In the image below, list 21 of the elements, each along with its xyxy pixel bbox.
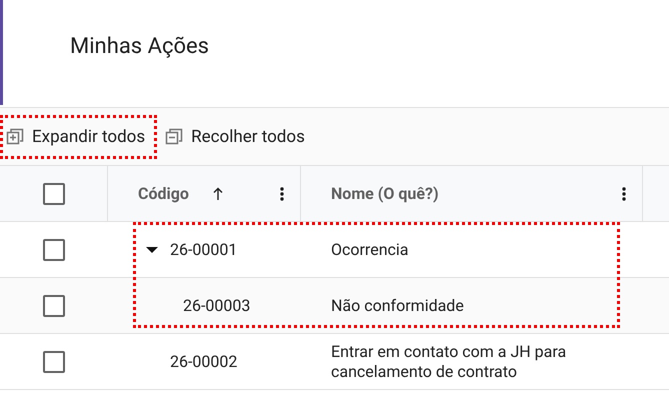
more-options-icon[interactable] bbox=[280, 186, 284, 200]
code-cell: 26-00001 bbox=[170, 240, 238, 260]
column-header[interactable]: Nome (O quê?) bbox=[301, 184, 439, 203]
checkbox[interactable] bbox=[43, 238, 65, 260]
expand-all-button[interactable]: Expandir todos bbox=[2, 116, 156, 156]
collapse-all-icon bbox=[165, 128, 184, 146]
name-cell: Ocorrencia bbox=[331, 240, 408, 260]
checkbox[interactable] bbox=[42, 182, 64, 204]
more-options-icon[interactable] bbox=[622, 186, 626, 200]
code-cell: 26-00003 bbox=[183, 296, 250, 316]
column-header[interactable]: Código bbox=[108, 184, 189, 203]
name-cell-text: Entrar em contato com a JH para cancelamento de contrato bbox=[331, 342, 568, 382]
checkbox[interactable] bbox=[43, 294, 65, 316]
page-title: Minhas Ações bbox=[70, 34, 210, 61]
code-cell: 26-00002 bbox=[170, 352, 238, 372]
name-cell: Não conformidade bbox=[331, 296, 464, 316]
expand-all-icon bbox=[6, 128, 24, 146]
checkbox[interactable] bbox=[43, 350, 65, 372]
caret-icon[interactable] bbox=[146, 246, 158, 254]
sort-arrow-icon[interactable] bbox=[212, 186, 223, 200]
collapse-all-button[interactable]: Recolher todos bbox=[161, 116, 315, 156]
